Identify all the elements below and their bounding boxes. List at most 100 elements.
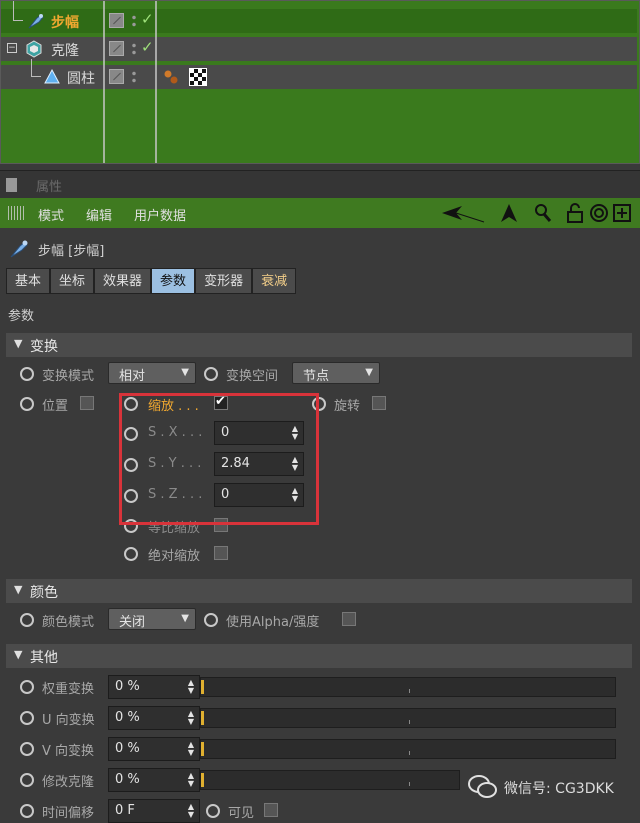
tab-coordinates[interactable]: 坐标: [50, 268, 95, 294]
group-label: 颜色: [30, 585, 58, 601]
slider-handle[interactable]: [201, 711, 204, 725]
tab-bar: 基本 坐标 效果器 参数 变形器 衰减: [6, 268, 297, 294]
back-arrow-icon[interactable]: [440, 202, 486, 224]
collapse-arrow-icon[interactable]: ▼: [14, 337, 22, 350]
time-offset-label: 时间偏移: [42, 806, 95, 821]
cloner-icon: [26, 40, 42, 58]
animate-radio[interactable]: [124, 547, 138, 561]
transform-mode-dropdown[interactable]: 相对 ▼: [108, 362, 196, 384]
animate-radio[interactable]: [20, 367, 34, 381]
use-alpha-checkbox[interactable]: [342, 612, 356, 626]
animate-radio[interactable]: [20, 773, 34, 787]
menu-edit[interactable]: 编辑: [86, 205, 112, 224]
time-offset-field[interactable]: 0 F ▲ ▼: [108, 799, 200, 823]
visibility-dots[interactable]: [131, 42, 137, 56]
u-transform-slider[interactable]: [200, 708, 616, 728]
weight-transform-label: 权重变换: [42, 682, 95, 697]
cylinder-icon: [44, 68, 60, 84]
column-divider: [155, 1, 157, 163]
rotation-checkbox[interactable]: [372, 396, 386, 410]
lock-icon[interactable]: [564, 202, 586, 224]
rotation-label: 旋转: [334, 399, 361, 414]
visible-label: 可见: [228, 806, 255, 821]
new-panel-icon[interactable]: [612, 202, 632, 224]
group-color-header[interactable]: ▼ 颜色: [6, 579, 632, 603]
object-title: 步幅 [步幅]: [38, 244, 105, 259]
transform-space-dropdown[interactable]: 节点 ▼: [292, 362, 380, 384]
object-name: 圆柱: [67, 71, 95, 87]
group-transform-header[interactable]: ▼ 变换: [6, 333, 632, 357]
enabled-check-icon[interactable]: ✓: [141, 38, 154, 56]
visibility-dots[interactable]: [131, 70, 137, 84]
spinner-icon[interactable]: ▲ ▼: [188, 741, 194, 757]
absolute-scale-checkbox[interactable]: [214, 546, 228, 560]
group-other-header[interactable]: ▼ 其他: [6, 644, 632, 668]
modify-clone-slider[interactable]: [200, 770, 460, 790]
position-label: 位置: [42, 399, 69, 414]
animate-radio[interactable]: [20, 711, 34, 725]
attribute-menubar: 模式 编辑 用户数据: [0, 198, 640, 228]
tab-deformer[interactable]: 变形器: [195, 268, 253, 294]
slider-handle[interactable]: [201, 773, 204, 787]
position-checkbox[interactable]: [80, 396, 94, 410]
spinner-icon[interactable]: ▲ ▼: [188, 679, 194, 695]
menu-grip-icon[interactable]: [8, 206, 24, 220]
layer-toggle[interactable]: [109, 69, 124, 84]
weight-transform-field[interactable]: 0 % ▲ ▼: [108, 675, 200, 699]
animate-radio[interactable]: [20, 613, 34, 627]
color-mode-dropdown[interactable]: 关闭 ▼: [108, 608, 196, 630]
annotation-highlight-box: [119, 393, 319, 525]
wechat-logo-icon: [468, 775, 497, 798]
weight-transform-slider[interactable]: [200, 677, 616, 697]
object-row-cylinder[interactable]: 圆柱: [1, 59, 637, 89]
v-transform-field[interactable]: 0 % ▲ ▼: [108, 737, 200, 761]
slider-handle[interactable]: [201, 680, 204, 694]
slider-handle[interactable]: [201, 742, 204, 756]
modify-clone-field[interactable]: 0 % ▲ ▼: [108, 768, 200, 792]
field-value: 0 %: [115, 772, 140, 787]
material-tag-icon[interactable]: [189, 68, 207, 86]
stride-effector-icon: [28, 14, 44, 29]
object-row-stride[interactable]: 步幅 ✓: [1, 1, 637, 33]
u-transform-field[interactable]: 0 % ▲ ▼: [108, 706, 200, 730]
enabled-check-icon[interactable]: ✓: [141, 10, 154, 28]
menu-mode[interactable]: 模式: [38, 205, 64, 224]
chevron-down-icon: ▼: [181, 613, 189, 624]
search-icon[interactable]: [532, 202, 554, 224]
menu-user-data[interactable]: 用户数据: [134, 205, 186, 224]
slider-tick: [409, 751, 410, 755]
attribute-manager-titlebar: 属性: [0, 170, 640, 198]
use-alpha-label: 使用Alpha/强度: [226, 615, 320, 630]
transform-mode-label: 变换模式: [42, 369, 95, 384]
panel-grip-icon[interactable]: [6, 178, 17, 192]
object-manager: 步幅 ✓ − 克隆 ✓ 圆柱: [0, 0, 640, 164]
animate-radio[interactable]: [20, 680, 34, 694]
animate-radio[interactable]: [20, 742, 34, 756]
v-transform-slider[interactable]: [200, 739, 616, 759]
tab-effector[interactable]: 效果器: [94, 268, 152, 294]
spinner-icon[interactable]: ▲ ▼: [188, 803, 194, 819]
target-icon[interactable]: [588, 202, 610, 224]
layer-toggle[interactable]: [109, 41, 124, 56]
collapse-arrow-icon[interactable]: ▼: [14, 648, 22, 661]
animate-radio[interactable]: [20, 397, 34, 411]
spinner-icon[interactable]: ▲ ▼: [188, 772, 194, 788]
animate-radio[interactable]: [204, 367, 218, 381]
collapse-icon[interactable]: −: [7, 43, 17, 53]
field-value: 0 %: [115, 741, 140, 756]
tab-basic[interactable]: 基本: [6, 268, 51, 294]
visible-checkbox[interactable]: [264, 803, 278, 817]
phong-tag-icon[interactable]: [163, 69, 179, 85]
animate-radio[interactable]: [204, 613, 218, 627]
object-row-cloner[interactable]: − 克隆 ✓: [1, 37, 637, 61]
tab-parameter[interactable]: 参数: [151, 268, 196, 294]
group-label: 其他: [30, 650, 58, 666]
collapse-arrow-icon[interactable]: ▼: [14, 583, 22, 596]
dropdown-value: 相对: [119, 369, 146, 384]
spinner-icon[interactable]: ▲ ▼: [188, 710, 194, 726]
tab-falloff[interactable]: 衰减: [252, 268, 297, 294]
up-arrow-icon[interactable]: [498, 202, 520, 224]
layer-toggle[interactable]: [109, 13, 124, 28]
visibility-dots[interactable]: [131, 14, 137, 28]
chevron-down-icon: ▼: [181, 367, 189, 378]
